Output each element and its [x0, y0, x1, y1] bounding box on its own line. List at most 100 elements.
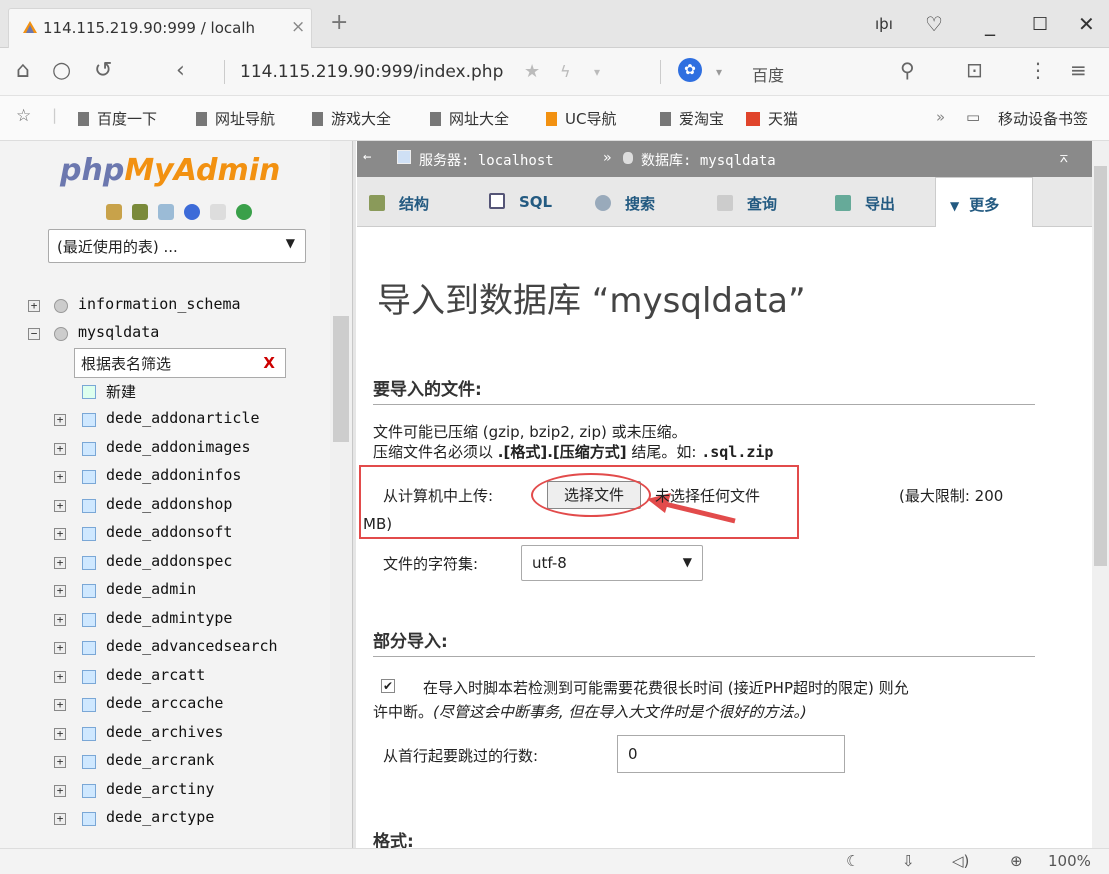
structure-icon: [369, 195, 385, 211]
table-icon: [82, 669, 96, 684]
tab-title: 114.115.219.90:999 / localh: [43, 19, 256, 37]
filter-clear-button[interactable]: X: [263, 354, 275, 372]
tab-export[interactable]: 导出: [835, 177, 895, 227]
engine-dropdown-icon[interactable]: ▾: [716, 65, 722, 79]
expand-icon[interactable]: +: [54, 528, 66, 540]
expand-icon[interactable]: +: [54, 642, 66, 654]
tab-sql[interactable]: SQL: [489, 177, 552, 227]
home-icon[interactable]: ⌂: [16, 58, 30, 83]
compress-note-2: 压缩文件名必须以 .[格式].[压缩方式] 结尾。如: .sql.zip: [373, 443, 774, 461]
left-scrollbar-thumb[interactable]: [333, 316, 349, 442]
bookmark-item[interactable]: 天猫: [746, 108, 798, 129]
minimize-button[interactable]: _: [985, 12, 995, 36]
expand-icon[interactable]: +: [54, 499, 66, 512]
close-window-button[interactable]: ✕: [1078, 12, 1095, 36]
tab-bar: 结构 SQL 搜索 查询 导出 ▼ 更多: [357, 177, 1092, 227]
refresh-icon[interactable]: ○: [52, 58, 71, 83]
query-window-icon[interactable]: [158, 204, 174, 220]
lightning-icon[interactable]: ϟ: [560, 62, 571, 81]
bookmark-item[interactable]: 百度一下: [78, 108, 157, 129]
maximize-button[interactable]: ☐: [1032, 14, 1048, 35]
mobile-icon[interactable]: ▭: [966, 108, 980, 126]
expand-icon[interactable]: +: [54, 471, 66, 483]
skin-icon[interactable]: ♡: [925, 12, 943, 36]
expand-icon[interactable]: +: [54, 442, 66, 455]
url-input[interactable]: 114.115.219.90:999/index.php: [240, 62, 503, 82]
tab-query[interactable]: 查询: [717, 177, 777, 227]
tab-search[interactable]: 搜索: [595, 177, 655, 227]
moon-icon[interactable]: ☾: [846, 852, 859, 870]
undo-icon[interactable]: ↺: [94, 58, 112, 83]
bookmark-star-icon[interactable]: ☆: [16, 106, 31, 126]
expand-icon[interactable]: +: [54, 813, 66, 825]
search-icon[interactable]: ⚲: [900, 58, 915, 82]
panel-divider[interactable]: [352, 141, 356, 848]
no-file-text: 未选择任何文件: [655, 487, 761, 505]
baidu-paw-icon[interactable]: ✿: [678, 58, 702, 82]
scroll-top-icon[interactable]: ⌅: [1059, 147, 1069, 166]
expand-icon[interactable]: +: [54, 613, 66, 626]
expand-icon[interactable]: +: [54, 784, 66, 797]
search-icon: [595, 195, 611, 211]
search-input[interactable]: 百度: [752, 62, 784, 86]
reload-icon[interactable]: [236, 204, 252, 220]
expand-icon[interactable]: +: [54, 670, 66, 683]
expand-icon[interactable]: +: [54, 699, 66, 711]
expand-icon[interactable]: +: [28, 300, 40, 312]
sound-icon[interactable]: ◁): [952, 852, 969, 870]
zoom-level[interactable]: 100%: [1048, 852, 1091, 870]
browser-tab[interactable]: 114.115.219.90:999 / localh ×: [8, 8, 312, 48]
allow-interrupt-checkbox[interactable]: ✔: [381, 679, 395, 693]
mobile-bookmarks-link[interactable]: 移动设备书签: [998, 108, 1088, 129]
server-icon: [397, 150, 411, 164]
page-icon: [660, 112, 671, 126]
collapse-icon[interactable]: −: [28, 328, 40, 340]
bookmark-item[interactable]: 网址大全: [430, 108, 509, 129]
skip-rows-input[interactable]: 0: [617, 735, 845, 773]
partial-text: 在导入时脚本若检测到可能需要花费很长时间 (接近PHP超时的限定) 则允: [423, 679, 909, 697]
bookmark-item[interactable]: 游戏大全: [312, 108, 391, 129]
tab-more[interactable]: ▼ 更多: [935, 177, 1033, 227]
table-filter-input[interactable]: 根据表名筛选 X: [74, 348, 286, 378]
expand-icon[interactable]: +: [54, 756, 66, 768]
table-icon: [82, 527, 96, 541]
star-icon[interactable]: ★: [524, 61, 540, 82]
menu-icon[interactable]: ≡: [1070, 58, 1087, 82]
more-vertical-icon[interactable]: ⋮: [1028, 58, 1048, 82]
breadcrumb-server[interactable]: 服务器: localhost: [419, 150, 554, 170]
home-icon[interactable]: [106, 204, 122, 220]
expand-icon[interactable]: +: [54, 585, 66, 597]
help-icon[interactable]: [184, 204, 200, 220]
expand-icon[interactable]: +: [54, 727, 66, 740]
docs-icon[interactable]: [210, 204, 226, 220]
new-tab-button[interactable]: +: [330, 10, 348, 35]
phpmyadmin-logo[interactable]: phpMyAdmin: [60, 153, 280, 188]
charset-select[interactable]: utf-8 ▼: [521, 545, 703, 581]
page-icon: [196, 112, 207, 126]
main-scrollbar-thumb[interactable]: [1094, 166, 1107, 566]
dropdown-icon[interactable]: ▾: [594, 65, 600, 79]
left-scrollbar[interactable]: [330, 141, 352, 848]
logout-icon[interactable]: [132, 204, 148, 220]
expand-icon[interactable]: +: [54, 556, 66, 569]
tab-close-button[interactable]: ×: [291, 17, 305, 37]
tab-structure[interactable]: 结构: [369, 177, 429, 227]
database-icon: [54, 299, 68, 313]
bookmark-item[interactable]: UC导航: [546, 108, 616, 129]
query-icon: [717, 195, 733, 211]
zoom-icon[interactable]: ⊕: [1010, 852, 1023, 870]
reader-icon[interactable]: ıþı: [875, 15, 893, 33]
collapse-panel-icon[interactable]: ←: [363, 149, 371, 165]
expand-icon[interactable]: +: [54, 414, 66, 426]
bookmarks-overflow-button[interactable]: »: [936, 108, 945, 126]
bookmark-item[interactable]: 爱淘宝: [660, 108, 724, 129]
download-icon[interactable]: ⇩: [902, 852, 915, 870]
table-icon: [82, 441, 96, 456]
back-icon[interactable]: ‹: [176, 58, 185, 83]
recent-tables-select[interactable]: (最近使用的表) ... ▼: [48, 229, 306, 263]
table-icon: [82, 413, 96, 427]
bookmark-item[interactable]: 网址导航: [196, 108, 275, 129]
breadcrumb-database[interactable]: 数据库: mysqldata: [641, 150, 776, 170]
table-icon: [82, 470, 96, 484]
cart-icon[interactable]: ⊡: [966, 58, 983, 82]
